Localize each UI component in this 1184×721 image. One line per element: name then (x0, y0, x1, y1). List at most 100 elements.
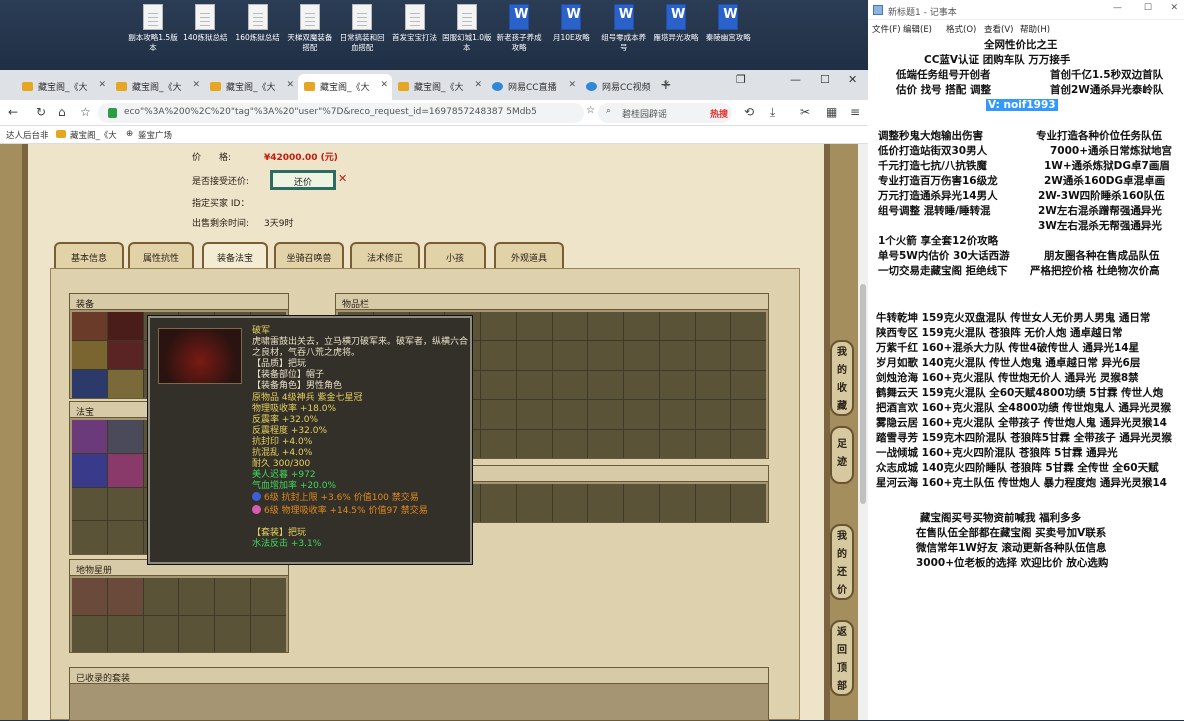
item-slot[interactable] (516, 312, 552, 341)
item-slot[interactable] (659, 400, 695, 429)
desktop-icon[interactable]: 副本攻略1.5版本 (127, 4, 179, 53)
item-slot[interactable] (516, 484, 552, 522)
item-slot[interactable] (695, 341, 731, 370)
maximize-button[interactable]: ☐ (820, 73, 830, 86)
item-slot[interactable] (624, 370, 659, 400)
close-tab-icon[interactable]: ✕ (474, 80, 482, 90)
cut-icon[interactable]: ✂ (800, 105, 810, 119)
item-slot[interactable] (731, 400, 766, 429)
item-slot[interactable] (481, 429, 516, 458)
stable-slot[interactable] (143, 578, 179, 615)
close-tab-icon[interactable]: ✕ (98, 80, 106, 90)
item-slot[interactable] (552, 484, 588, 522)
desktop-icon[interactable]: 天梯双魔装备搭配 (284, 4, 336, 53)
download-icon[interactable]: ⤓ (770, 105, 775, 120)
item-slot[interactable] (552, 429, 588, 458)
url-input[interactable]: eco"%3A%200%2C%20"tag"%3A%20"user"%7D&re… (98, 103, 584, 123)
item-slot[interactable] (659, 370, 695, 400)
tab-child[interactable]: 小孩 (424, 242, 486, 268)
browser-tab[interactable]: 藏宝阁_《大 ✕ (392, 74, 486, 100)
scrollbar-thumb[interactable] (860, 284, 866, 504)
my-favorites-button[interactable]: 我的收藏 (830, 340, 854, 416)
notepad-menu-item[interactable]: 帮助(H) (1020, 23, 1050, 35)
equip-slot[interactable] (72, 370, 107, 398)
treasure-slot[interactable] (107, 487, 143, 521)
bookmark-item[interactable]: 藏宝阁_《大 (56, 129, 117, 141)
stable-slot[interactable] (251, 615, 286, 652)
stable-slot[interactable] (215, 578, 251, 615)
browser-tab[interactable]: 藏宝阁_《大 ✕ (110, 74, 204, 100)
notepad-menu-item[interactable]: 编辑(E) (903, 23, 932, 35)
stable-slot[interactable] (72, 615, 107, 652)
close-tab-icon[interactable]: ✕ (286, 80, 294, 90)
close-icon[interactable]: ✕ (338, 172, 347, 185)
item-slot[interactable] (731, 341, 766, 370)
notepad-menu-item[interactable]: 查看(V) (984, 23, 1013, 35)
stable-slot[interactable] (179, 615, 215, 652)
stable-slot[interactable] (179, 578, 215, 615)
item-slot[interactable] (659, 341, 695, 370)
item-slot[interactable] (588, 370, 623, 400)
stable-slot[interactable] (143, 615, 179, 652)
item-slot[interactable] (516, 341, 552, 370)
treasure-slot[interactable] (107, 420, 143, 453)
tab-attributes[interactable]: 属性抗性 (128, 242, 194, 268)
equip-slot[interactable] (107, 312, 143, 340)
item-slot[interactable] (695, 312, 731, 341)
item-slot[interactable] (624, 484, 659, 522)
desktop-icon[interactable]: 国服幻城1.0版本 (441, 4, 493, 53)
item-slot[interactable] (731, 429, 766, 458)
browser-tab[interactable]: 藏宝阁_《大 ✕ (298, 74, 392, 100)
more-icon[interactable]: ≡ (850, 105, 860, 119)
desktop-icon[interactable]: 组号零成本养号 (598, 4, 650, 53)
item-slot[interactable] (731, 312, 766, 341)
new-tab-button[interactable]: + (660, 77, 672, 93)
item-slot[interactable] (516, 400, 552, 429)
notepad-text-area[interactable]: 全网性价比之王 CC蓝V认证 团购车队 万万接手 低端任务组号开创者 首创千亿1.5秒… (868, 36, 1184, 720)
stable-slot[interactable] (215, 615, 251, 652)
treasure-slot[interactable] (72, 420, 107, 453)
tab-basic-info[interactable]: 基本信息 (54, 242, 124, 268)
equip-slot[interactable] (72, 312, 107, 340)
item-slot[interactable] (552, 341, 588, 370)
minimize-button[interactable]: — (1113, 3, 1122, 13)
close-tab-icon[interactable]: ✕ (380, 80, 388, 90)
close-window-button[interactable]: ✕ (848, 73, 857, 86)
item-slot[interactable] (552, 312, 588, 341)
browser-tab[interactable]: 藏宝阁_《大 ✕ (204, 74, 298, 100)
treasure-slot[interactable] (72, 487, 107, 521)
back-to-top-button[interactable]: 返回顶部 (830, 620, 854, 696)
stable-slot[interactable] (107, 615, 143, 652)
page-scrollbar[interactable] (858, 144, 868, 720)
item-slot[interactable] (552, 370, 588, 400)
treasure-slot[interactable] (107, 521, 143, 554)
equip-slot[interactable] (72, 341, 107, 369)
item-slot[interactable] (588, 429, 623, 458)
back-icon[interactable]: ← (8, 105, 18, 119)
item-slot[interactable] (516, 429, 552, 458)
item-slot[interactable] (695, 400, 731, 429)
notepad-menu-item[interactable]: 格式(O) (946, 23, 976, 35)
desktop-icon[interactable]: 140炼狱总结 (179, 4, 231, 43)
item-slot[interactable] (624, 429, 659, 458)
extension-icon[interactable]: ⟲ (744, 105, 754, 119)
item-slot[interactable] (731, 484, 766, 522)
browser-menu-icon[interactable]: ❐ (736, 73, 746, 86)
item-slot[interactable] (588, 484, 623, 522)
tab-mounts-pets[interactable]: 坐骑召唤兽 (274, 242, 344, 268)
star-icon[interactable]: ☆ (80, 105, 91, 119)
item-slot[interactable] (731, 370, 766, 400)
browser-tab[interactable]: 藏宝阁_《大 ✕ (16, 74, 110, 100)
treasure-slot[interactable] (107, 453, 143, 487)
reload-icon[interactable]: ↻ (36, 105, 46, 119)
item-slot[interactable] (588, 341, 623, 370)
item-slot[interactable] (695, 429, 731, 458)
item-slot[interactable] (659, 484, 695, 522)
item-slot[interactable] (624, 400, 659, 429)
item-slot[interactable] (695, 484, 731, 522)
tab-spell-correction[interactable]: 法术修正 (350, 242, 420, 268)
desktop-icon[interactable]: 月10E攻略 (545, 4, 597, 43)
item-slot[interactable] (624, 312, 659, 341)
close-tab-icon[interactable]: ✕ (192, 80, 200, 90)
item-slot[interactable] (588, 312, 623, 341)
